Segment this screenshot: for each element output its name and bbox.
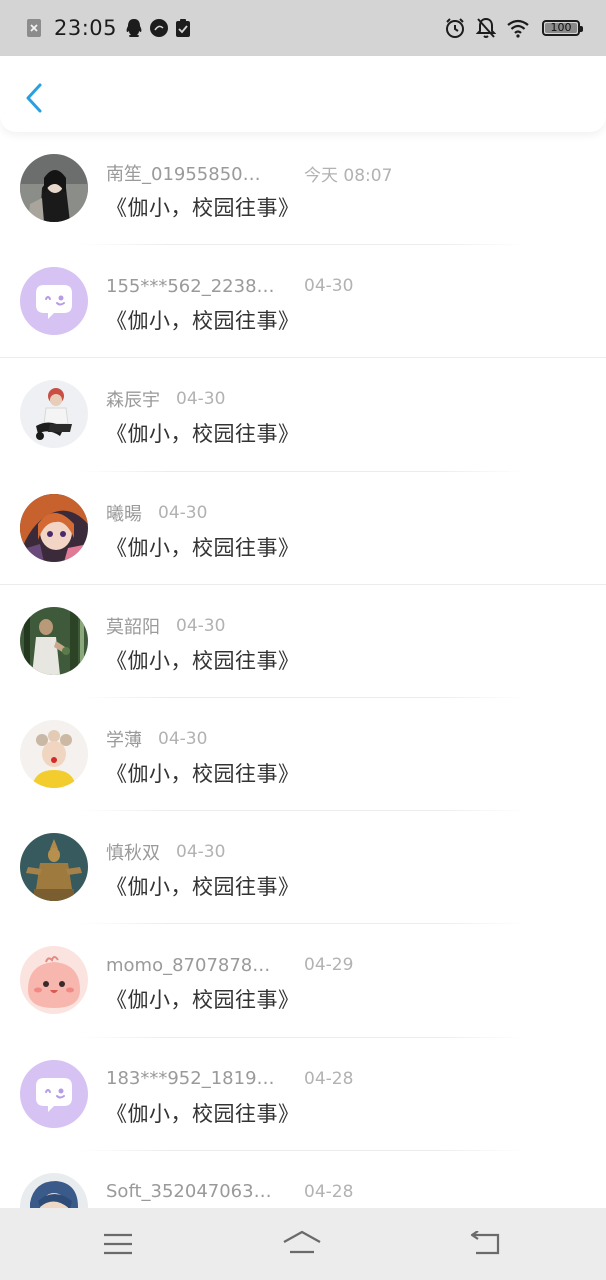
item-title: 《伽小，校园往事》 [106,761,300,786]
item-time: 04-30 [304,276,354,297]
system-nav-bar [0,1208,606,1280]
item-time: 04-28 [304,1068,354,1089]
user-name: momo_8707878… [106,954,271,976]
menu-icon [104,1233,132,1255]
avatar[interactable] [20,154,88,222]
item-title: 《伽小，校园往事》 [106,988,300,1013]
list-item[interactable]: 莫韶阳 04-30 《伽小，校园往事》 [0,585,606,698]
list-item[interactable]: 曦暘 04-30 《伽小，校园往事》 [0,472,606,585]
avatar[interactable] [20,719,88,788]
item-meta: 155***562_2238… 04-30 [106,273,353,299]
user-name: 155***562_2238… [106,275,275,297]
status-left: 23:05 [26,14,197,42]
bell-off-icon [476,17,496,39]
avatar[interactable] [20,946,88,1015]
item-title: 《伽小，校园往事》 [106,875,300,900]
status-time: 23:05 [54,16,118,40]
item-title: 《伽小，校园往事》 [106,422,300,447]
battery-icon: 100 [542,20,583,36]
user-name: 183***952_1819… [106,1068,275,1089]
clipboard-check-icon [175,18,191,38]
avatar[interactable] [20,1059,88,1128]
user-name: 学薄 [106,729,142,751]
close-notification-icon [26,18,42,38]
status-right: 100 [444,14,583,42]
avatar[interactable] [20,493,88,562]
status-bar: 23:05 100 [0,0,606,56]
list-item[interactable]: Soft_352047063… 04-28 [0,1151,606,1208]
item-title: 《伽小，校园往事》 [106,196,300,220]
item-title: 《伽小，校园往事》 [106,1101,300,1126]
home-button[interactable] [282,1226,322,1262]
item-title: 《伽小，校园往事》 [106,535,300,560]
list-item[interactable]: 南笙_01955850… 今天 08:07 《伽小，校园往事》 [0,132,606,246]
menu-button[interactable] [98,1226,138,1262]
wifi-icon [506,18,530,38]
list-item[interactable]: 森辰宇 04-30 《伽小，校园往事》 [0,358,606,472]
item-meta: 慎秋双 04-30 [106,839,225,865]
avatar[interactable] [20,1172,88,1208]
item-time: 04-30 [176,842,226,863]
item-meta: 莫韶阳 04-30 [106,613,225,639]
item-meta: momo_8707878… 04-29 [106,952,353,978]
avatar[interactable] [20,267,88,336]
list-item[interactable]: 183***952_1819… 04-28 《伽小，校园往事》 [0,1038,606,1151]
qq-icon [125,18,143,38]
item-meta: 学薄 04-30 [106,726,207,752]
user-name: Soft_352047063… [106,1181,272,1203]
header-bar [0,56,606,132]
item-meta: Soft_352047063… 04-28 [106,1179,353,1205]
user-name: 森辰宇 [106,390,160,412]
item-time: 04-30 [176,389,226,410]
item-time: 04-30 [158,502,208,523]
back-icon [470,1231,500,1255]
item-time: 04-28 [304,1181,354,1202]
avatar[interactable] [20,606,88,675]
item-time: 04-30 [158,728,208,749]
user-name: 曦暘 [106,503,142,525]
back-nav-button[interactable] [466,1226,506,1262]
item-meta: 曦暘 04-30 [106,500,207,526]
item-meta: 南笙_01955850… 今天 08:07 [106,160,392,186]
item-title: 《伽小，校园往事》 [106,648,300,673]
avatar[interactable] [20,833,88,902]
item-time: 今天 08:07 [304,165,393,186]
list-item[interactable]: 155***562_2238… 04-30 《伽小，校园往事》 [0,245,606,359]
jovi-icon [149,18,169,38]
user-name: 慎秋双 [106,843,160,865]
item-title: 《伽小，校园往事》 [106,309,300,334]
list-item[interactable]: 学薄 04-30 《伽小，校园往事》 [0,698,606,812]
item-meta: 森辰宇 04-30 [106,386,225,412]
chevron-left-icon [26,83,42,113]
user-name: 南笙_01955850… [106,164,261,185]
item-meta: 183***952_1819… 04-28 [106,1066,353,1092]
list-item[interactable]: 慎秋双 04-30 《伽小，校园往事》 [0,811,606,925]
user-name: 莫韶阳 [106,616,160,638]
list-item[interactable]: momo_8707878… 04-29 《伽小，校园往事》 [0,924,606,1038]
item-time: 04-30 [176,615,226,636]
user-list: 南笙_01955850… 今天 08:07 《伽小，校园往事》 155***56… [0,132,606,1208]
home-icon [283,1230,321,1254]
battery-level: 100 [550,21,572,34]
back-button[interactable] [20,80,48,116]
item-time: 04-29 [304,955,354,976]
avatar[interactable] [20,380,88,449]
alarm-icon [444,17,466,39]
